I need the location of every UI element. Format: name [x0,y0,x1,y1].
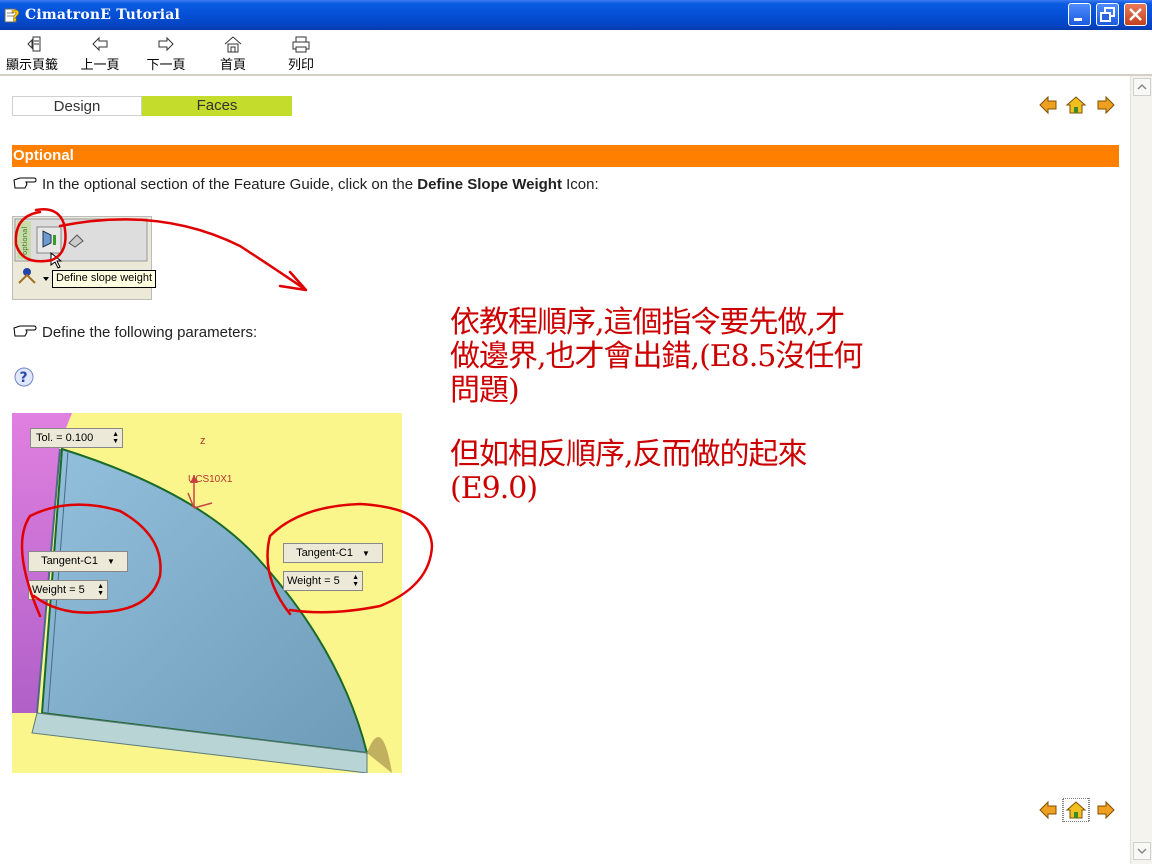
tangent-select-right[interactable]: Tangent-C1 ▼ [283,543,383,563]
forward-arrow-icon [158,36,174,52]
tooltip: Define slope weight [52,270,157,288]
tab-faces[interactable]: Faces [142,96,292,116]
prev-page-icon[interactable] [1039,800,1057,820]
restore-button[interactable] [1096,3,1119,26]
axis-z-label: z [200,435,206,447]
print-icon [292,36,310,53]
spinner-icon[interactable]: ▲ ▼ [97,583,104,597]
prev-page-icon[interactable] [1039,95,1057,115]
weight-value-left: Weight = 5 [32,584,85,596]
show-tabs-label: 顯示頁籤 [5,58,58,73]
params-text: Define the following parameters: [42,324,258,341]
chevron-up-icon [1137,83,1147,90]
next-page-icon[interactable] [1097,95,1115,115]
minimize-button[interactable] [1068,3,1091,26]
annotation-note-1: 依教程順序,這個指令要先做,才 做邊界,也才會出錯,(E8.5沒任何 問題) [450,306,920,408]
page-nav-bottom [1038,797,1118,827]
weight-field-right[interactable]: Weight = 5 ▲ ▼ [283,571,363,591]
close-icon [1129,8,1142,21]
scroll-up-button[interactable] [1133,78,1151,96]
instruction-post: Icon: [561,176,599,193]
scroll-down-button[interactable] [1133,842,1151,860]
tolerance-field[interactable]: Tol. = 0.100 ▲ ▼ [30,428,123,448]
tangent-select-left[interactable]: Tangent-C1 ▼ [28,551,128,572]
tangent-value-left: Tangent-C1 [41,555,98,567]
tolerance-value: Tol. = 0.100 [36,432,94,444]
annotation-line: (E9.0) [450,471,538,506]
annotation-line: 依教程順序,這個指令要先做,才 [450,305,845,340]
spinner-icon[interactable]: ▲ ▼ [112,431,119,445]
instruction-bold: Define Slope Weight [417,176,562,193]
show-tabs-button[interactable]: 顯示頁籤 [0,33,64,73]
annotation-note-2: 但如相反順序,反而做的起來 (E9.0) [450,438,920,506]
ucs-label: UCS10X1 [188,474,233,485]
vertical-scrollbar[interactable] [1130,76,1152,864]
home-icon [224,36,242,53]
page-nav-top [1038,94,1118,121]
print-label: 列印 [287,58,314,73]
chevron-down-icon [1137,848,1147,855]
content-area: Design Faces Optional In the optional se… [0,76,1130,864]
forward-label: 下一頁 [146,58,186,73]
tangent-value-right: Tangent-C1 [296,547,353,559]
window-title: CimatronE Tutorial [25,7,181,23]
weight-value-right: Weight = 5 [287,575,340,587]
slope-weight-icon[interactable] [36,226,62,254]
weight-field-left[interactable]: Weight = 5 ▲ ▼ [28,580,108,600]
home-page-icon[interactable] [1062,797,1090,823]
toolbar: 顯示頁籤 上一頁 下一頁 首頁 列印 [0,30,1152,75]
home-label: 首頁 [219,58,246,73]
svg-text:?: ? [11,7,20,24]
spinner-icon[interactable]: ▲ ▼ [352,574,359,588]
restore-icon [1100,7,1115,22]
next-page-icon[interactable] [1097,800,1115,820]
show-tabs-icon [27,36,41,52]
print-button[interactable]: 列印 [278,33,324,73]
back-button[interactable]: 上一頁 [74,33,126,73]
annotation-line: 做邊界,也才會出錯,(E8.5沒任何 [450,339,863,374]
back-arrow-icon [92,36,108,52]
title-bar: ? CimatronE Tutorial [0,0,1152,30]
pointing-hand-icon [13,325,37,337]
forward-button[interactable]: 下一頁 [140,33,192,73]
section-title: Optional [12,145,1119,167]
annotation-line: 問題) [450,373,520,408]
help-icon[interactable]: ? [13,366,35,388]
home-page-icon[interactable] [1065,96,1087,114]
help-document-icon: ? [4,7,20,24]
instruction-text: In the optional section of the Feature G… [42,176,599,193]
home-button[interactable]: 首頁 [210,33,256,73]
annotation-line: 但如相反順序,反而做的起來 [450,437,808,472]
svg-text:optional: optional [21,227,29,255]
minimize-icon [1074,18,1082,21]
back-label: 上一頁 [80,58,120,73]
pointing-hand-icon [13,177,37,189]
dropdown-arrow-icon: ▼ [107,557,115,566]
close-button[interactable] [1124,3,1147,26]
svg-text:?: ? [20,370,28,386]
person-icon [18,268,36,284]
instruction-pre: In the optional section of the Feature G… [42,176,418,193]
tab-design[interactable]: Design [12,96,142,116]
dropdown-arrow-icon: ▼ [362,549,370,558]
